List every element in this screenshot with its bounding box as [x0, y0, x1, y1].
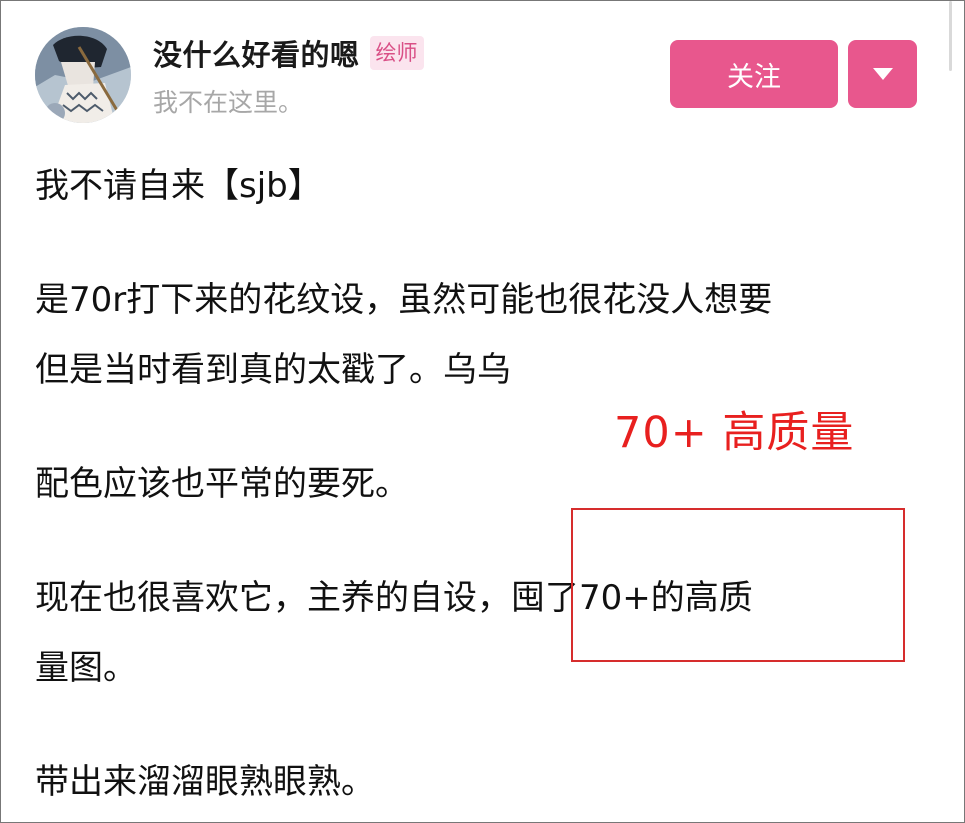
post-body: 我不请自来【sjb】 是70r打下来的花纹设，虽然可能也很花没人想要 但是当时看…: [35, 151, 925, 817]
username[interactable]: 没什么好看的嗯: [153, 32, 360, 74]
follow-button-label: 关注: [727, 61, 781, 93]
post-header: 没什么好看的嗯 绘师 我不在这里。 关注: [35, 27, 917, 123]
scrollbar[interactable]: [949, 1, 952, 71]
annotation-text: 70+ 高质量: [614, 408, 855, 458]
follow-button[interactable]: 关注: [670, 40, 838, 108]
avatar[interactable]: [35, 27, 131, 123]
post-line: 是70r打下来的花纹设，虽然可能也很花没人想要: [35, 280, 773, 320]
name-row: 没什么好看的嗯 绘师: [153, 29, 424, 77]
role-badge: 绘师: [369, 36, 424, 70]
user-info: 没什么好看的嗯 绘师 我不在这里。: [153, 29, 424, 119]
post-line: 我不请自来【sjb】: [35, 166, 322, 206]
user-bio: 我不在这里。: [153, 88, 304, 117]
post-line: 但是当时看到真的太戳了。乌乌: [35, 350, 511, 390]
screenshot-frame: 没什么好看的嗯 绘师 我不在这里。 关注 我不请自来【sjb】 是70r打下来的…: [0, 0, 965, 823]
more-options-button[interactable]: [848, 40, 917, 108]
annotation-box: [571, 508, 905, 662]
post-line: 带出来溜溜眼熟眼熟。: [35, 762, 375, 802]
caret-down-icon: [872, 68, 893, 80]
avatar-image: [35, 27, 131, 123]
